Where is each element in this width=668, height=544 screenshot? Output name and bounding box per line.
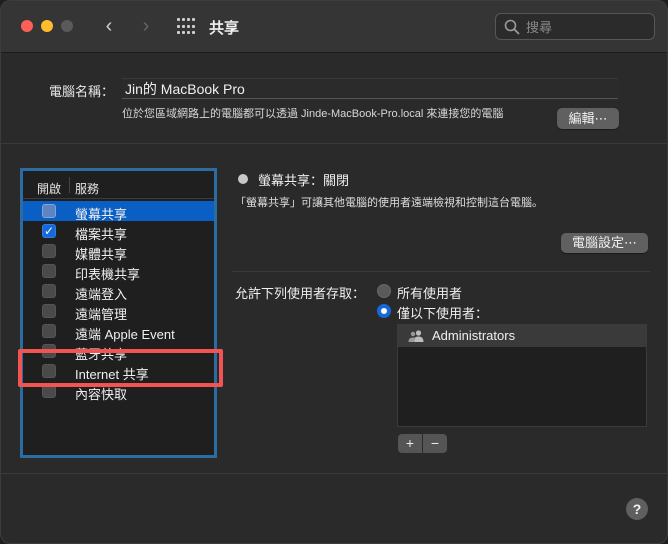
allowed-users-list: Administrators <box>397 324 647 427</box>
computer-name-field[interactable]: Jin的 MacBook Pro <box>122 78 618 99</box>
service-checkbox[interactable] <box>42 304 56 318</box>
service-row-file-sharing[interactable]: ✓ 檔案共享 <box>23 221 214 242</box>
zoom-window-button[interactable] <box>61 20 73 32</box>
radio-all-users-label[interactable]: 所有使用者 <box>397 283 462 302</box>
service-row-media-sharing[interactable]: 媒體共享 <box>23 241 214 262</box>
service-row-remote-apple-event[interactable]: 遠端 Apple Event <box>23 321 214 342</box>
computer-name-hint: 位於您區域網路上的電腦都可以透過 Jinde-MacBook-Pro.local… <box>122 108 504 120</box>
search-icon <box>504 19 520 35</box>
user-name: Administrators <box>432 328 516 343</box>
forward-button[interactable]: › <box>135 14 157 38</box>
service-row-remote-login[interactable]: 遠端登入 <box>23 281 214 302</box>
edit-name-button[interactable]: 編輯⋯ <box>557 108 619 129</box>
user-row-administrators[interactable]: Administrators <box>398 325 646 347</box>
user-group-icon <box>408 330 424 342</box>
bottom-divider <box>1 473 667 474</box>
window-title: 共享 <box>209 20 240 37</box>
allow-access-label: 允許下列使用者存取： <box>235 286 366 301</box>
service-row-screen-sharing[interactable]: 螢幕共享 <box>23 201 214 222</box>
column-separator <box>69 177 70 193</box>
radio-only-these-users-label[interactable]: 僅以下使用者： <box>397 303 488 322</box>
service-row-remote-management[interactable]: 遠端管理 <box>23 301 214 322</box>
add-user-button[interactable]: + <box>398 434 422 453</box>
services-list: 開啟 服務 螢幕共享 ✓ 檔案共享 媒體共享 印表機共享 遠端登入 遠端管理 遠… <box>20 168 217 458</box>
system-preferences-window: ‹ › 共享 電腦名稱： Jin的 MacBook Pro 位於您區域網路上的電… <box>0 0 668 544</box>
section-divider <box>1 143 667 144</box>
back-button[interactable]: ‹ <box>98 14 120 38</box>
radio-all-users[interactable] <box>377 284 391 298</box>
detail-divider <box>232 271 650 272</box>
service-status: 螢幕共享：關閉 <box>258 173 350 188</box>
services-list-header: 開啟 服務 <box>23 171 214 199</box>
search-input[interactable] <box>526 17 646 37</box>
service-checkbox[interactable] <box>42 244 56 258</box>
service-description: 「螢幕共享」可讓其他電腦的使用者遠端檢視和控制這台電腦。 <box>235 197 543 209</box>
search-field[interactable] <box>495 13 655 40</box>
internet-sharing-highlight-box <box>18 349 223 387</box>
service-row-printer-sharing[interactable]: 印表機共享 <box>23 261 214 282</box>
minimize-window-button[interactable] <box>41 20 53 32</box>
column-header-on[interactable]: 開啟 <box>37 180 61 197</box>
close-window-button[interactable] <box>21 20 33 32</box>
help-button[interactable]: ? <box>626 498 648 520</box>
service-checkbox-checked[interactable]: ✓ <box>42 224 56 238</box>
show-all-grid-icon[interactable] <box>177 18 195 36</box>
service-checkbox[interactable] <box>42 284 56 298</box>
status-indicator-icon <box>238 174 248 184</box>
computer-name-label: 電腦名稱： <box>49 84 115 99</box>
column-header-service[interactable]: 服務 <box>75 180 99 197</box>
titlebar: ‹ › 共享 <box>1 1 667 53</box>
computer-settings-button[interactable]: 電腦設定⋯ <box>561 233 648 253</box>
service-checkbox[interactable] <box>42 204 56 218</box>
service-checkbox[interactable] <box>42 324 56 338</box>
radio-only-these-users[interactable] <box>377 304 391 318</box>
service-checkbox[interactable] <box>42 264 56 278</box>
remove-user-button[interactable]: − <box>423 434 447 453</box>
